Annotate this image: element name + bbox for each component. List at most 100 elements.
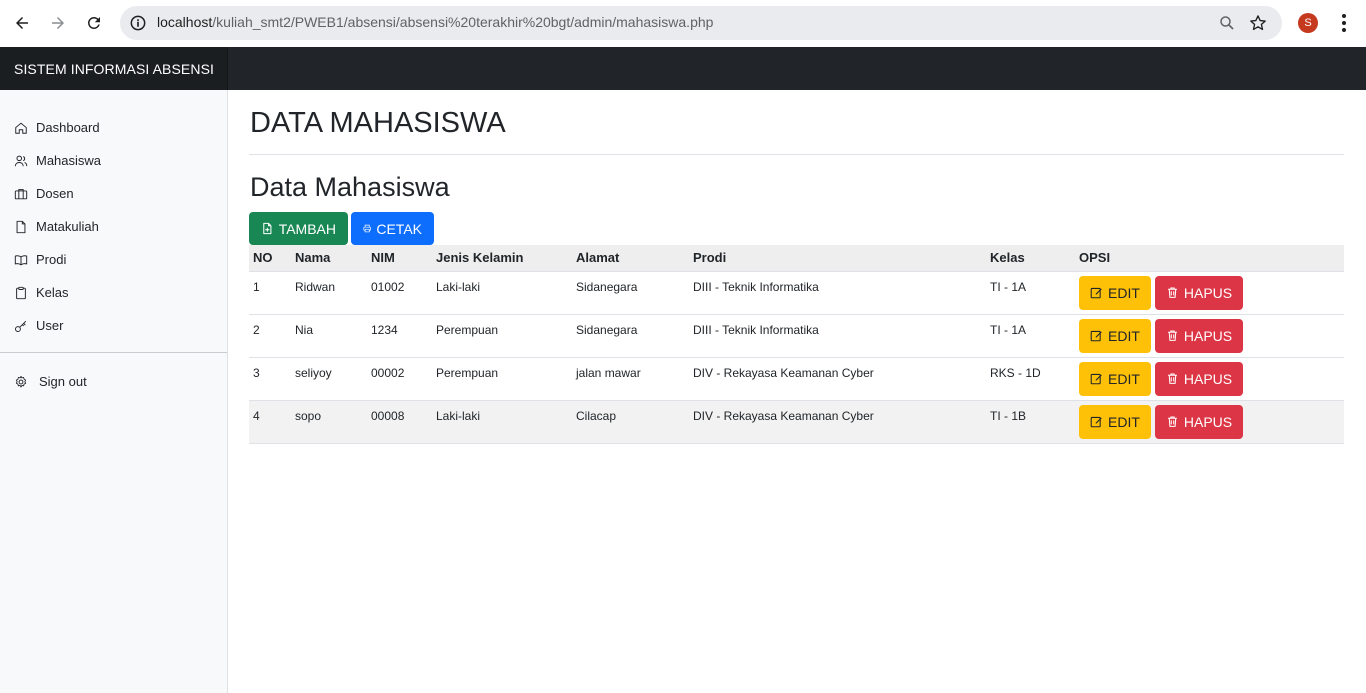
column-header: Prodi [689, 245, 986, 272]
hapus-button[interactable]: HAPUS [1154, 404, 1244, 439]
cell-no: 2 [253, 322, 260, 337]
cell-no: 4 [253, 408, 260, 423]
mahasiswa-table: NO Nama NIM Jenis Kelamin Alamat Prodi K… [249, 245, 1344, 444]
cell-alamat: Cilacap [576, 408, 617, 423]
cell-jenis-kelamin: Perempuan [436, 322, 499, 337]
edit-icon [1090, 373, 1102, 385]
edit-icon [1090, 416, 1102, 428]
cell-prodi: DIII - Teknik Informatika [693, 322, 819, 337]
cell-nim: 00008 [371, 408, 405, 423]
sidebar-item-label: Prodi [36, 252, 67, 267]
edit-label: EDIT [1108, 284, 1140, 301]
reload-icon [87, 16, 100, 29]
trash-icon [1167, 373, 1177, 384]
reload-button[interactable] [76, 5, 112, 41]
cell-no: 1 [253, 279, 260, 294]
column-header: NO [249, 245, 291, 272]
cell-prodi: DIV - Rekayasa Keamanan Cyber [693, 365, 874, 380]
table-row: 3 seliyoy 00002 Perempuan jalan mawar DI… [249, 357, 1344, 400]
cell-no: 3 [253, 365, 260, 380]
page-title: DATA MAHASISWA [250, 107, 506, 139]
file-icon [16, 220, 26, 233]
hapus-button[interactable]: HAPUS [1154, 275, 1244, 310]
sidebar-item-label: Dosen [36, 186, 74, 201]
cell-nama: sopo [295, 408, 322, 423]
top-navbar: SISTEM INFORMASI ABSENSI [0, 47, 1366, 90]
sidebar-item-mahasiswa[interactable]: Mahasiswa [0, 144, 227, 177]
url-text[interactable]: localhost/kuliah_smt2/PWEB1/absensi/abse… [157, 14, 713, 30]
cell-alamat: jalan mawar [576, 365, 641, 380]
cell-nim: 00002 [371, 365, 405, 380]
section-title: Data Mahasiswa [250, 172, 450, 202]
edit-button[interactable]: EDIT [1079, 318, 1151, 353]
sidebar-item-user[interactable]: User [0, 309, 227, 342]
cell-prodi: DIII - Teknik Informatika [693, 279, 819, 294]
arrow-left-icon [16, 17, 28, 29]
book-open-icon [14, 254, 28, 265]
navbar-brand[interactable]: SISTEM INFORMASI ABSENSI [0, 47, 228, 90]
edit-button[interactable]: EDIT [1079, 404, 1151, 439]
address-bar[interactable]: localhost/kuliah_smt2/PWEB1/absensi/abse… [120, 6, 1282, 40]
sidebar-item-label: Dashboard [36, 120, 100, 135]
column-header: NIM [367, 245, 432, 272]
forward-button[interactable] [40, 5, 76, 41]
cell-nama: seliyoy [295, 365, 332, 380]
cell-jenis-kelamin: Perempuan [436, 365, 499, 380]
hapus-label: HAPUS [1183, 413, 1233, 430]
sidebar-item-label: Matakuliah [36, 219, 99, 234]
cell-kelas: TI - 1A [990, 279, 1027, 294]
cell-alamat: Sidanegara [576, 322, 638, 337]
hapus-button[interactable]: HAPUS [1154, 318, 1244, 353]
edit-button[interactable]: EDIT [1079, 361, 1151, 396]
sidebar-item-dosen[interactable]: Dosen [0, 177, 227, 210]
key-icon [15, 320, 27, 332]
column-header: OPSI [1075, 245, 1344, 272]
info-icon[interactable] [128, 13, 148, 33]
cell-prodi: DIV - Rekayasa Keamanan Cyber [693, 408, 874, 423]
cetak-button[interactable]: CETAK [351, 212, 434, 245]
edit-label: EDIT [1108, 413, 1140, 430]
table-row: 2 Nia 1234 Perempuan Sidanegara DIII - T… [249, 314, 1344, 357]
trash-icon [1167, 287, 1177, 298]
sidebar-item-prodi[interactable]: Prodi [0, 243, 227, 276]
url-path: /kuliah_smt2/PWEB1/absensi/absensi%20ter… [212, 14, 714, 30]
zoom-icon[interactable] [1218, 14, 1236, 32]
back-button[interactable] [4, 5, 40, 41]
hapus-label: HAPUS [1183, 284, 1233, 301]
hapus-label: HAPUS [1183, 327, 1233, 344]
hapus-button[interactable]: HAPUS [1154, 361, 1244, 396]
cell-kelas: TI - 1A [990, 322, 1027, 337]
home-icon [15, 122, 27, 134]
url-host: localhost [157, 14, 213, 30]
star-icon[interactable] [1248, 13, 1268, 33]
tambah-button[interactable]: TAMBAH [249, 212, 348, 245]
browser-toolbar: localhost/kuliah_smt2/PWEB1/absensi/abse… [0, 0, 1366, 46]
sidebar-nav: Dashboard Mahasiswa Dosen Matakuliah Pro… [0, 90, 227, 342]
trash-icon [1167, 330, 1177, 341]
edit-icon [1090, 287, 1102, 299]
cell-jenis-kelamin: Laki-laki [436, 408, 481, 423]
column-header: Alamat [572, 245, 689, 272]
sidebar: Dashboard Mahasiswa Dosen Matakuliah Pro… [0, 90, 228, 693]
hapus-label: HAPUS [1183, 370, 1233, 387]
cell-nim: 01002 [371, 279, 405, 294]
table-header-row: NO Nama NIM Jenis Kelamin Alamat Prodi K… [249, 245, 1344, 272]
edit-button[interactable]: EDIT [1079, 275, 1151, 310]
sign-out-link[interactable]: Sign out [14, 374, 87, 389]
title-divider [249, 154, 1344, 155]
profile-avatar[interactable]: S [1298, 13, 1318, 33]
column-header: Nama [291, 245, 367, 272]
cell-kelas: TI - 1B [990, 408, 1027, 423]
kebab-menu-icon[interactable] [1334, 12, 1354, 34]
cell-nama: Nia [295, 322, 314, 337]
table-row: 1 Ridwan 01002 Laki-laki Sidanegara DIII… [249, 271, 1344, 314]
printer-icon [363, 224, 371, 233]
sidebar-item-label: Mahasiswa [36, 153, 102, 168]
sidebar-item-kelas[interactable]: Kelas [0, 276, 227, 309]
table-row: 4 sopo 00008 Laki-laki Cilacap DIV - Rek… [249, 400, 1344, 443]
sidebar-item-dashboard[interactable]: Dashboard [0, 111, 227, 144]
cell-opsi: EDIT HAPUS [1075, 400, 1344, 443]
sidebar-item-matakuliah[interactable]: Matakuliah [0, 210, 227, 243]
tambah-label: TAMBAH [278, 220, 336, 237]
column-header: Jenis Kelamin [432, 245, 572, 272]
